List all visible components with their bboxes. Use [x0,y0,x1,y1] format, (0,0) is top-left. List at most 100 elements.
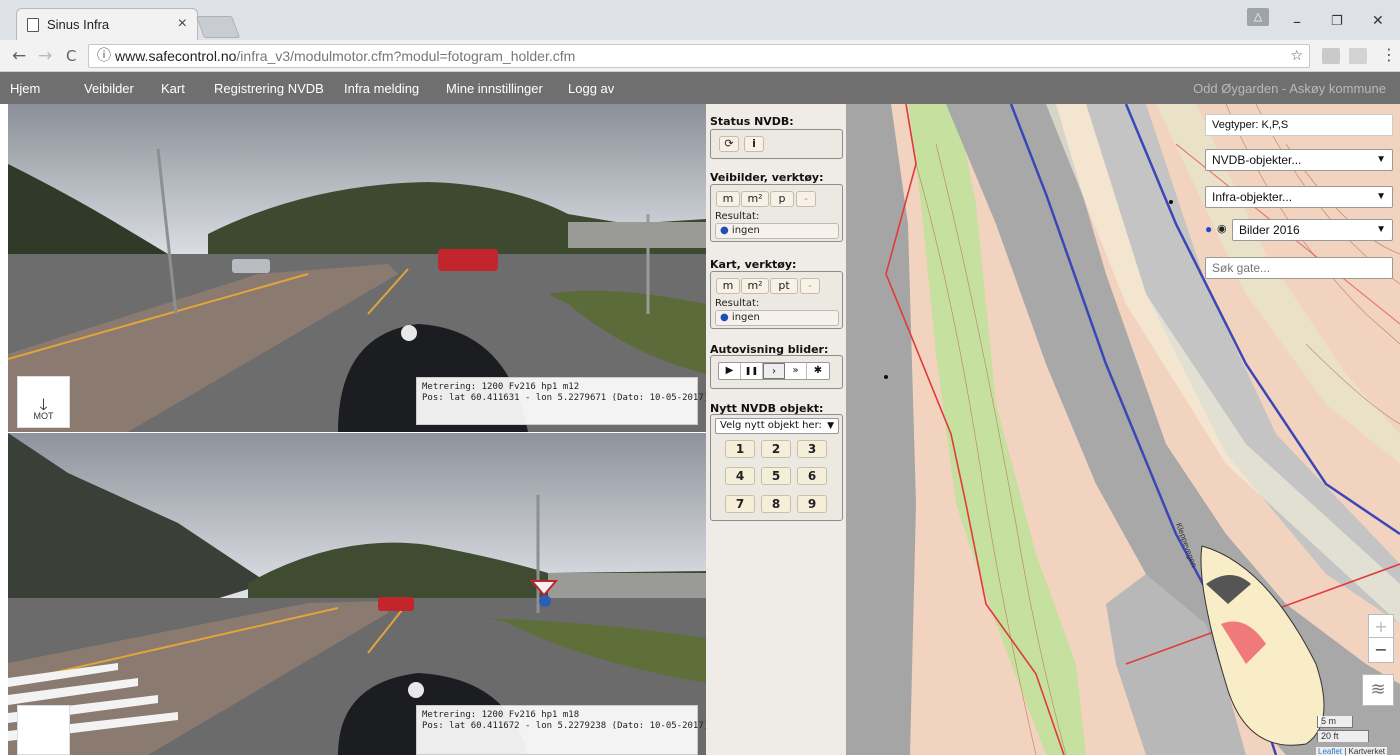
url-input[interactable]: ⓘ www.safecontrol.no/infra_v3/modulmotor… [88,44,1310,68]
kart-result-value: ingen [731,312,760,323]
chevron-down-icon: ▼ [1376,224,1386,235]
road-photo-bottom[interactable]: Metrering: 1200 Fv216 hp1 m18 Pos: lat 6… [8,433,706,755]
result-label: Resultat: [715,298,760,309]
mot-direction-button-bottom[interactable] [17,705,70,755]
object-number-button-3[interactable]: 3 [797,440,827,458]
nav-item-mine-innstillinger[interactable]: Mine innstillinger [446,81,543,96]
object-number-button-4[interactable]: 4 [725,467,755,485]
caption-position: Pos: lat 60.411672 - lon 5.2279238 (Dato… [422,721,706,731]
measure-area-button[interactable]: m² [741,191,769,207]
infra-objects-select[interactable]: Infra-objekter... ▼ [1205,186,1393,208]
infra-objects-value: Infra-objekter... [1212,190,1293,204]
map-point-button[interactable]: pt [770,278,798,294]
clear-button[interactable]: - [796,191,816,207]
app-navigation: Hjem Veibilder Kart Registrering NVDB In… [0,72,1400,104]
bilder-year-value: Bilder 2016 [1239,223,1300,237]
restore-icon[interactable]: ❐ [1331,14,1343,29]
measure-length-button[interactable]: m [716,191,740,207]
point-button[interactable]: p [770,191,794,207]
veibilder-tools-box: m m² p - Resultat: ● ingen [710,184,843,242]
bookmark-star-icon[interactable]: ☆ [1290,45,1303,67]
reload-icon[interactable]: C [66,47,76,65]
scale-imperial: 20 ft [1317,730,1369,742]
veibilder-result-value: ingen [731,225,760,236]
mot-label: MOT [33,411,54,421]
object-number-button-8[interactable]: 8 [761,495,791,513]
nav-item-registrering-nvdb[interactable]: Registrering NVDB [214,81,324,96]
address-bar-row: ← → C ⓘ www.safecontrol.no/infra_v3/modu… [0,40,1400,72]
info-icon: i [752,137,756,150]
status-nvdb-title: Status NVDB: [710,115,794,128]
autovisning-box: ▶ ❚❚ › » ✱ [710,355,843,389]
visibility-eye-icon[interactable]: ◉ [1217,219,1227,239]
chevron-down-icon: ▼ [1376,154,1386,165]
layer-dot-icon: ● [1205,222,1213,236]
refresh-button[interactable]: ⟳ [719,136,739,152]
mot-direction-button[interactable]: 🡓 MOT [17,376,70,428]
map-clear-button[interactable]: - [800,278,820,294]
chevron-down-icon: ▼ [827,421,834,431]
object-number-button-6[interactable]: 6 [797,467,827,485]
scale-metric: 5 m [1317,716,1353,728]
kart-tools-box: m m² pt - Resultat: ● ingen [710,271,843,329]
settings-gear-icon[interactable]: ✱ [807,363,829,379]
nvdb-objects-select[interactable]: NVDB-objekter... ▼ [1205,149,1393,171]
map-measure-length-button[interactable]: m [716,278,740,294]
back-icon[interactable]: ← [12,46,26,66]
status-nvdb-box: ⟳ i [710,129,843,159]
new-tab-button[interactable] [195,16,241,38]
step-forward-icon[interactable]: › [763,363,785,379]
object-number-button-1[interactable]: 1 [725,440,755,458]
tab-close-icon[interactable]: × [178,15,187,33]
object-number-button-2[interactable]: 2 [761,440,791,458]
chevron-down-icon: ▼ [1376,191,1386,202]
object-number-button-5[interactable]: 5 [761,467,791,485]
zoom-out-button[interactable]: − [1368,637,1394,663]
kart-result-field: ● ingen [715,310,839,326]
url-host: www.safecontrol.no [115,48,237,64]
refresh-icon: ⟳ [724,137,734,150]
nav-item-hjem[interactable]: Hjem [10,81,40,96]
pause-icon[interactable]: ❚❚ [741,363,763,379]
object-number-button-9[interactable]: 9 [797,495,827,513]
bilder-year-select[interactable]: Bilder 2016 ▼ [1232,219,1393,241]
vegtyper-label: Vegtyper: K,P,S [1205,114,1393,136]
caption-position: Pos: lat 60.411631 - lon 5.2279671 (Dato… [422,393,706,403]
url-path: /infra_v3/modulmotor.cfm?modul=fotogram_… [236,48,576,64]
browser-menu-icon[interactable]: ⋮ [1381,45,1397,64]
photo-caption-bottom: Metrering: 1200 Fv216 hp1 m18 Pos: lat 6… [416,705,706,755]
profile-icon[interactable]: △ [1247,8,1269,26]
extension-icon[interactable] [1349,48,1367,64]
veibilder-result-field: ● ingen [715,223,839,239]
photo-caption-top: Metrering: 1200 Fv216 hp1 m12 Pos: lat 6… [416,377,706,425]
result-dot-icon: ● [720,312,729,323]
caption-metrering: Metrering: 1200 Fv216 hp1 m18 [422,710,580,720]
road-photo-top[interactable]: 🡓 MOT Metrering: 1200 Fv216 hp1 m12 Pos:… [8,104,706,432]
site-info-icon[interactable]: ⓘ [97,45,111,67]
user-name: Odd Øygarden - Askøy kommune [1193,81,1386,96]
nav-item-kart[interactable]: Kart [161,81,185,96]
browser-tab[interactable]: Sinus Infra × [16,8,198,40]
nytt-nvdb-box: Velg nytt objekt her: ▼ 1 2 3 4 5 6 7 8 9 [710,414,843,521]
info-button[interactable]: i [744,136,764,152]
layers-icon[interactable]: ≋ [1362,674,1394,706]
forward-icon[interactable]: → [38,46,52,66]
map-measure-area-button[interactable]: m² [741,278,769,294]
arrow-down-icon: 🡓 [39,395,48,414]
veibilder-tools-title: Veibilder, verktøy: [710,171,824,184]
object-number-button-7[interactable]: 7 [725,495,755,513]
tool-panel: Status NVDB: ⟳ i Veibilder, verktøy: m m… [706,104,846,755]
fast-forward-icon[interactable]: » [785,363,807,379]
nav-item-infra-melding[interactable]: Infra melding [344,81,419,96]
search-street-input[interactable] [1205,257,1393,279]
extension-icon[interactable] [1322,48,1340,64]
nav-item-veibilder[interactable]: Veibilder [84,81,134,96]
window-close-icon[interactable]: ✕ [1372,13,1384,29]
nav-item-logg-av[interactable]: Logg av [568,81,614,96]
browser-tab-bar: Sinus Infra × △ – ❐ ✕ [0,0,1400,40]
play-icon[interactable]: ▶ [719,363,741,379]
tab-title: Sinus Infra [47,17,110,32]
minimize-icon[interactable]: – [1293,12,1301,31]
new-object-select[interactable]: Velg nytt objekt her: ▼ [715,418,839,434]
page-favicon-icon [27,18,39,32]
